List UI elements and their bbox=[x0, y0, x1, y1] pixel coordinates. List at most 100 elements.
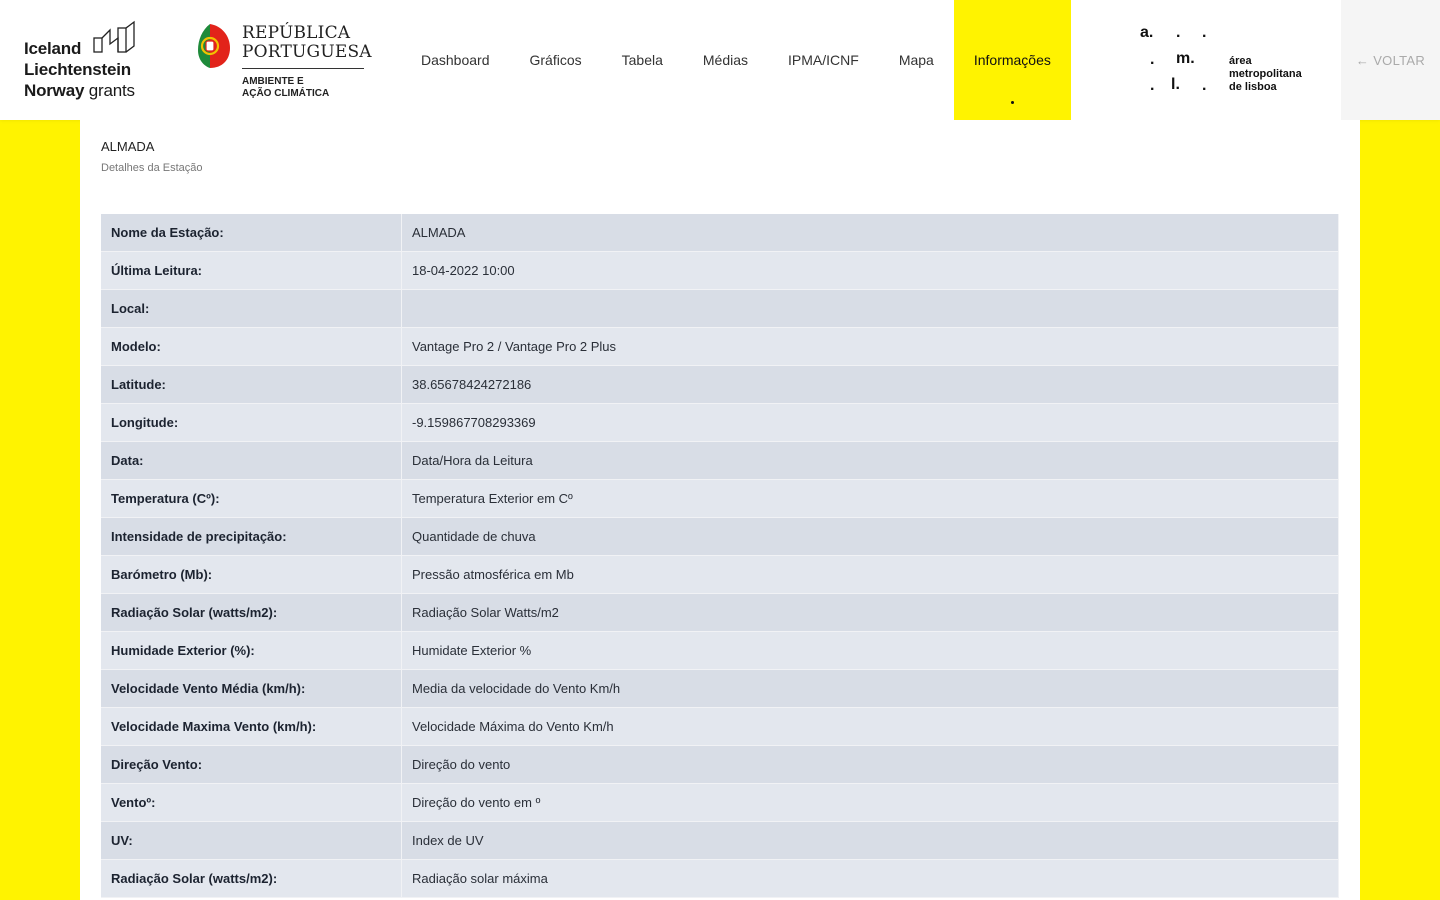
detail-value: Index de UV bbox=[401, 821, 1339, 860]
detail-value: 38.65678424272186 bbox=[401, 365, 1339, 404]
republica-portuguesa-logo[interactable]: REPÚBLICA PORTUGUESA AMBIENTE E AÇÃO CLI… bbox=[196, 22, 372, 102]
detail-value: Direção do vento bbox=[401, 745, 1339, 784]
nav-graficos[interactable]: Gráficos bbox=[510, 0, 602, 120]
nav-mapa[interactable]: Mapa bbox=[879, 0, 954, 120]
aml-mark-m: m. bbox=[1176, 50, 1195, 67]
eea-grants-icon bbox=[93, 20, 135, 53]
aml-dot: . bbox=[1150, 51, 1155, 68]
detail-value: Pressão atmosférica em Mb bbox=[401, 555, 1339, 594]
detail-value: Data/Hora da Leitura bbox=[401, 441, 1339, 480]
table-row: Radiação Solar (watts/m2): Radiação Solar… bbox=[101, 593, 1339, 632]
detail-label: Intensidade de precipitação: bbox=[101, 517, 402, 556]
table-row: Barómetro (Mb): Pressão atmosférica em Mb bbox=[101, 555, 1339, 594]
station-name: ALMADA bbox=[101, 139, 155, 154]
table-row: Humidade Exterior (%): Humidate Exterior … bbox=[101, 631, 1339, 670]
rp-logo-line2: PORTUGUESA bbox=[242, 42, 372, 62]
table-row: Última Leitura: 18-04-2022 10:00 bbox=[101, 251, 1339, 290]
nav-tabela[interactable]: Tabela bbox=[602, 0, 683, 120]
eea-logo-line2: Liechtenstein bbox=[24, 60, 131, 79]
rp-logo-divider bbox=[242, 68, 364, 69]
detail-value: Velocidade Máxima do Vento Km/h bbox=[401, 707, 1339, 746]
table-row: Nome da Estação: ALMADA bbox=[101, 214, 1339, 252]
eea-grants-logo[interactable]: Iceland Liechtenstein Norway grants bbox=[24, 20, 154, 100]
detail-label: Data: bbox=[101, 441, 402, 480]
table-row: Direção Vento: Direção do vento bbox=[101, 745, 1339, 784]
eea-logo-line3: Norway grants bbox=[24, 81, 135, 101]
detail-value: 18-04-2022 10:00 bbox=[401, 251, 1339, 290]
table-row: Longitude: -9.159867708293369 bbox=[101, 403, 1339, 442]
detail-label: Velocidade Vento Média (km/h): bbox=[101, 669, 402, 708]
back-button-label: VOLTAR bbox=[1373, 52, 1426, 68]
aml-logo[interactable]: a. . . . m. . l. . área metropolitana de… bbox=[1138, 22, 1318, 102]
aml-dot: . bbox=[1176, 24, 1181, 41]
eea-logo-norway: Norway bbox=[24, 81, 85, 100]
eea-logo-grants: grants bbox=[88, 81, 135, 100]
table-row: Latitude: 38.65678424272186 bbox=[101, 365, 1339, 404]
aml-text-line2: metropolitana bbox=[1229, 68, 1302, 80]
detail-label: Barómetro (Mb): bbox=[101, 555, 402, 594]
aml-dot: . bbox=[1202, 77, 1207, 94]
nav-tabela-label: Tabela bbox=[621, 52, 663, 68]
nav-medias[interactable]: Médias bbox=[683, 0, 768, 120]
arrow-left-icon: ← bbox=[1355, 52, 1370, 68]
nav-ipma-icnf-label: IPMA/ICNF bbox=[788, 52, 859, 68]
rp-logo-sub1: AMBIENTE E bbox=[242, 76, 304, 87]
aml-text-line1: área bbox=[1229, 55, 1252, 67]
detail-label: Última Leitura: bbox=[101, 251, 402, 290]
detail-label: UV: bbox=[101, 821, 402, 860]
rp-logo-sub2: AÇÃO CLIMÁTICA bbox=[242, 88, 330, 99]
aml-dot: . bbox=[1150, 77, 1155, 94]
active-indicator-dot bbox=[1011, 101, 1015, 104]
aml-mark-l: l. bbox=[1171, 76, 1180, 93]
detail-label: Local: bbox=[101, 289, 402, 328]
detail-label: Radiação Solar (watts/m2): bbox=[101, 593, 402, 632]
detail-value: Direção do vento em º bbox=[401, 783, 1339, 822]
table-row: Ventoº: Direção do vento em º bbox=[101, 783, 1339, 822]
table-row: Modelo: Vantage Pro 2 / Vantage Pro 2 Plu… bbox=[101, 327, 1339, 366]
detail-label: Direção Vento: bbox=[101, 745, 402, 784]
nav-dashboard[interactable]: Dashboard bbox=[401, 0, 510, 120]
station-subtitle: Detalhes da Estação bbox=[101, 162, 203, 174]
nav-ipma-icnf[interactable]: IPMA/ICNF bbox=[768, 0, 879, 120]
detail-value bbox=[401, 289, 1339, 328]
detail-label: Longitude: bbox=[101, 403, 402, 442]
detail-label: Radiação Solar (watts/m2): bbox=[101, 859, 402, 898]
nav-graficos-label: Gráficos bbox=[529, 52, 582, 68]
detail-label: Latitude: bbox=[101, 365, 402, 404]
detail-value: -9.159867708293369 bbox=[401, 403, 1339, 442]
back-button[interactable]: ← VOLTAR bbox=[1341, 0, 1440, 120]
detail-label: Ventoº: bbox=[101, 783, 402, 822]
detail-value: Quantidade de chuva bbox=[401, 517, 1339, 556]
nav-informacoes-label: Informações bbox=[973, 52, 1051, 68]
nav-medias-label: Médias bbox=[702, 52, 749, 68]
main-nav: Dashboard Gráficos Tabela Médias IPMA/IC… bbox=[401, 0, 1071, 120]
detail-value: Radiação solar máxima bbox=[401, 859, 1339, 898]
detail-label: Temperatura (Cº): bbox=[101, 479, 402, 518]
station-details-table: Nome da Estação: ALMADA Última Leitura: 18… bbox=[101, 214, 1339, 898]
nav-mapa-label: Mapa bbox=[898, 52, 934, 68]
portugal-flag-icon bbox=[198, 24, 230, 68]
nav-dashboard-label: Dashboard bbox=[421, 52, 490, 68]
aml-mark-a: a. bbox=[1140, 24, 1154, 41]
table-row: Intensidade de precipitação: Quantidade d… bbox=[101, 517, 1339, 556]
detail-value: Temperatura Exterior em Cº bbox=[401, 479, 1339, 518]
detail-label: Velocidade Maxima Vento (km/h): bbox=[101, 707, 402, 746]
detail-label: Nome da Estação: bbox=[101, 214, 402, 252]
table-row: Radiação Solar (watts/m2): Radiação solar… bbox=[101, 859, 1339, 898]
detail-label: Modelo: bbox=[101, 327, 402, 366]
detail-value: Humidate Exterior % bbox=[401, 631, 1339, 670]
detail-value: Radiação Solar Watts/m2 bbox=[401, 593, 1339, 632]
table-row: Data: Data/Hora da Leitura bbox=[101, 441, 1339, 480]
station-details-card: ALMADA Detalhes da Estação Nome da Estaç… bbox=[80, 120, 1360, 900]
table-row: Velocidade Vento Média (km/h): Media da v… bbox=[101, 669, 1339, 708]
nav-informacoes[interactable]: Informações bbox=[953, 0, 1071, 120]
eea-logo-line1: Iceland bbox=[24, 39, 82, 58]
detail-value: Vantage Pro 2 / Vantage Pro 2 Plus bbox=[401, 327, 1339, 366]
aml-text-line3: de lisboa bbox=[1229, 81, 1277, 93]
detail-value: Media da velocidade do Vento Km/h bbox=[401, 669, 1339, 708]
table-row: Temperatura (Cº): Temperatura Exterior em… bbox=[101, 479, 1339, 518]
detail-label: Humidade Exterior (%): bbox=[101, 631, 402, 670]
top-bar: Iceland Liechtenstein Norway grants REPÚ… bbox=[0, 0, 1440, 120]
detail-value: ALMADA bbox=[401, 214, 1339, 252]
aml-dot: . bbox=[1202, 24, 1207, 41]
